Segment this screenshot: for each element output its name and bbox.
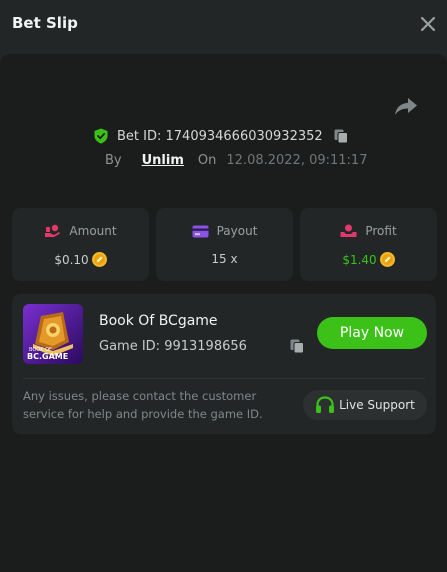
bet-id-row: Bet ID: 1740934666030932352 (93, 127, 349, 145)
amount-value: $0.10 (54, 252, 89, 267)
shield-check-icon (94, 128, 108, 144)
bet-datetime: 12.08.2022, 09:11:17 (226, 153, 368, 168)
profit-icon (340, 224, 357, 237)
thumb-text-bottom: BC.GAME (27, 352, 68, 361)
headset-icon (316, 396, 335, 413)
game-id: Game ID: 9913198656 (99, 339, 247, 354)
profit-value: $1.40 (342, 252, 377, 267)
amount-value-row: $0.10 (12, 252, 149, 267)
share-icon[interactable] (394, 96, 418, 116)
game-thumbnail-art: BOOK OF BC.GAME (23, 304, 83, 364)
payout-label-row: Payout (156, 224, 293, 238)
bet-id-text: Bet ID: 1740934666030932352 (117, 128, 323, 144)
page-title: Bet Slip (12, 14, 78, 32)
coin-icon (379, 252, 395, 267)
amount-label: Amount (69, 224, 117, 238)
live-support-button[interactable]: Live Support (303, 390, 427, 420)
coin-icon (91, 252, 107, 267)
on-label: On (197, 153, 217, 168)
close-icon[interactable] (419, 15, 437, 33)
bet-byline: By Unlim On 12.08.2022, 09:11:17 (105, 153, 367, 168)
payout-card: Payout 15 x (156, 208, 293, 281)
copy-icon[interactable] (333, 128, 349, 144)
play-now-button[interactable]: Play Now (317, 317, 427, 349)
user-link[interactable]: Unlim (142, 153, 184, 168)
payout-icon (192, 225, 209, 237)
payout-value: 15 x (211, 252, 238, 266)
profit-card: Profit $1.40 (300, 208, 437, 281)
amount-icon (45, 224, 61, 237)
live-support-label: Live Support (339, 398, 415, 412)
payout-value-row: 15 x (156, 252, 293, 266)
amount-label-row: Amount (12, 224, 149, 238)
game-thumbnail[interactable]: BOOK OF BC.GAME (23, 304, 83, 364)
divider (23, 378, 425, 379)
profit-label-row: Profit (300, 224, 437, 238)
support-message: Any issues, please contact the customer … (23, 389, 263, 421)
copy-icon[interactable] (289, 338, 305, 354)
header: Bet Slip (0, 0, 447, 52)
game-card: BOOK OF BC.GAME Book Of BCgame Game ID: … (12, 294, 436, 434)
profit-label: Profit (365, 224, 397, 238)
game-name[interactable]: Book Of BCgame (99, 313, 218, 329)
by-label: By (105, 153, 122, 168)
amount-card: Amount $0.10 (12, 208, 149, 281)
payout-label: Payout (216, 224, 258, 238)
profit-value-row: $1.40 (300, 252, 437, 267)
